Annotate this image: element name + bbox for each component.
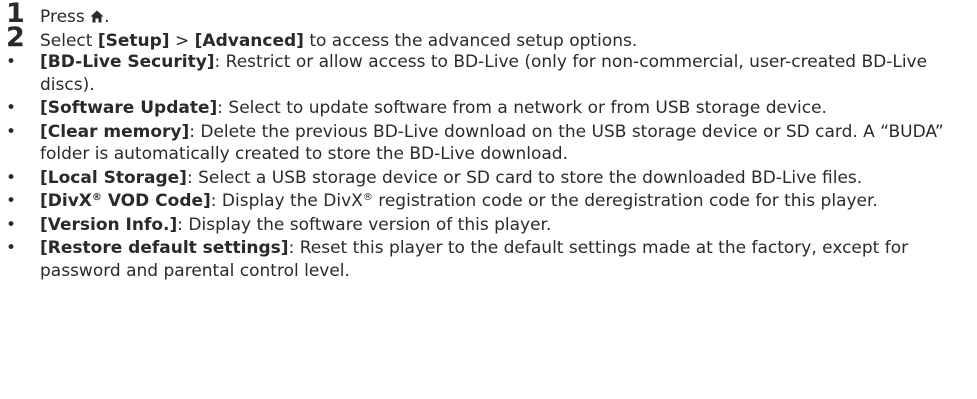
option-description-prefix: : Display the DivX <box>210 191 363 211</box>
option-local-storage: • [Local Storage]: Select a USB storage … <box>0 167 977 190</box>
bullet-icon: • <box>6 238 17 258</box>
bullet-icon: • <box>6 167 17 188</box>
option-bd-live-security: • [BD-Live Security]: Restrict or allow … <box>0 51 977 96</box>
option-description: : Select a USB storage device or SD card… <box>186 167 863 188</box>
bullet-icon: • <box>6 121 17 142</box>
option-term-prefix: [DivX <box>40 191 92 211</box>
advanced-options-list: • [BD-Live Security]: Restrict or allow … <box>0 51 977 282</box>
option-restore-default-settings: • [Restore default settings]: Reset this… <box>0 237 977 282</box>
bullet-icon: • <box>6 52 17 72</box>
option-description: : Select to update software from a netwo… <box>217 98 827 118</box>
step-text: Press . <box>40 5 110 29</box>
step-2: 2 Select [Setup] > [Advanced] to access … <box>0 22 977 53</box>
step-text-before: Press <box>40 7 91 27</box>
option-description: : Display the DivX® registration code or… <box>211 191 878 211</box>
step-text: Select [Setup] > [Advanced] to access th… <box>40 29 637 53</box>
bullet-icon: • <box>6 214 17 235</box>
option-term: [Version Info.] <box>40 214 178 235</box>
bullet-icon: • <box>6 191 17 211</box>
option-term-suffix: VOD Code] <box>101 191 211 211</box>
menu-advanced-label: [Advanced] <box>194 31 304 51</box>
home-icon <box>90 10 104 23</box>
step-1: 1 Press . <box>0 0 977 29</box>
option-term: [Software Update] <box>40 98 218 118</box>
option-term: [DivX® VOD Code] <box>40 191 211 211</box>
step-text-after: . <box>104 7 110 27</box>
menu-setup-label: [Setup] <box>97 31 170 51</box>
option-software-update: • [Software Update]: Select to update so… <box>0 97 977 120</box>
option-clear-memory: • [Clear memory]: Delete the previous BD… <box>0 121 977 166</box>
step-number: 2 <box>6 22 25 53</box>
option-term: [BD-Live Security] <box>40 52 215 72</box>
step-text-before: Select <box>40 31 98 51</box>
option-divx-vod-code: • [DivX® VOD Code]: Display the DivX® re… <box>0 190 977 213</box>
setup-instructions: 1 Press . 2 Select [Setup] > [Advanced] … <box>0 0 977 399</box>
step-text-after: to access the advanced setup options. <box>303 31 638 51</box>
option-version-info: • [Version Info.]: Display the software … <box>0 214 977 237</box>
bullet-icon: • <box>6 98 17 118</box>
option-term: [Restore default settings] <box>40 238 289 258</box>
option-term: [Clear memory] <box>40 121 190 142</box>
option-description: : Display the software version of this p… <box>177 214 552 235</box>
registered-mark: ® <box>362 192 373 203</box>
option-description-suffix: registration code or the deregistration … <box>372 191 878 211</box>
registered-mark: ® <box>91 192 102 203</box>
option-term: [Local Storage] <box>40 167 187 188</box>
menu-separator: > <box>169 31 195 51</box>
